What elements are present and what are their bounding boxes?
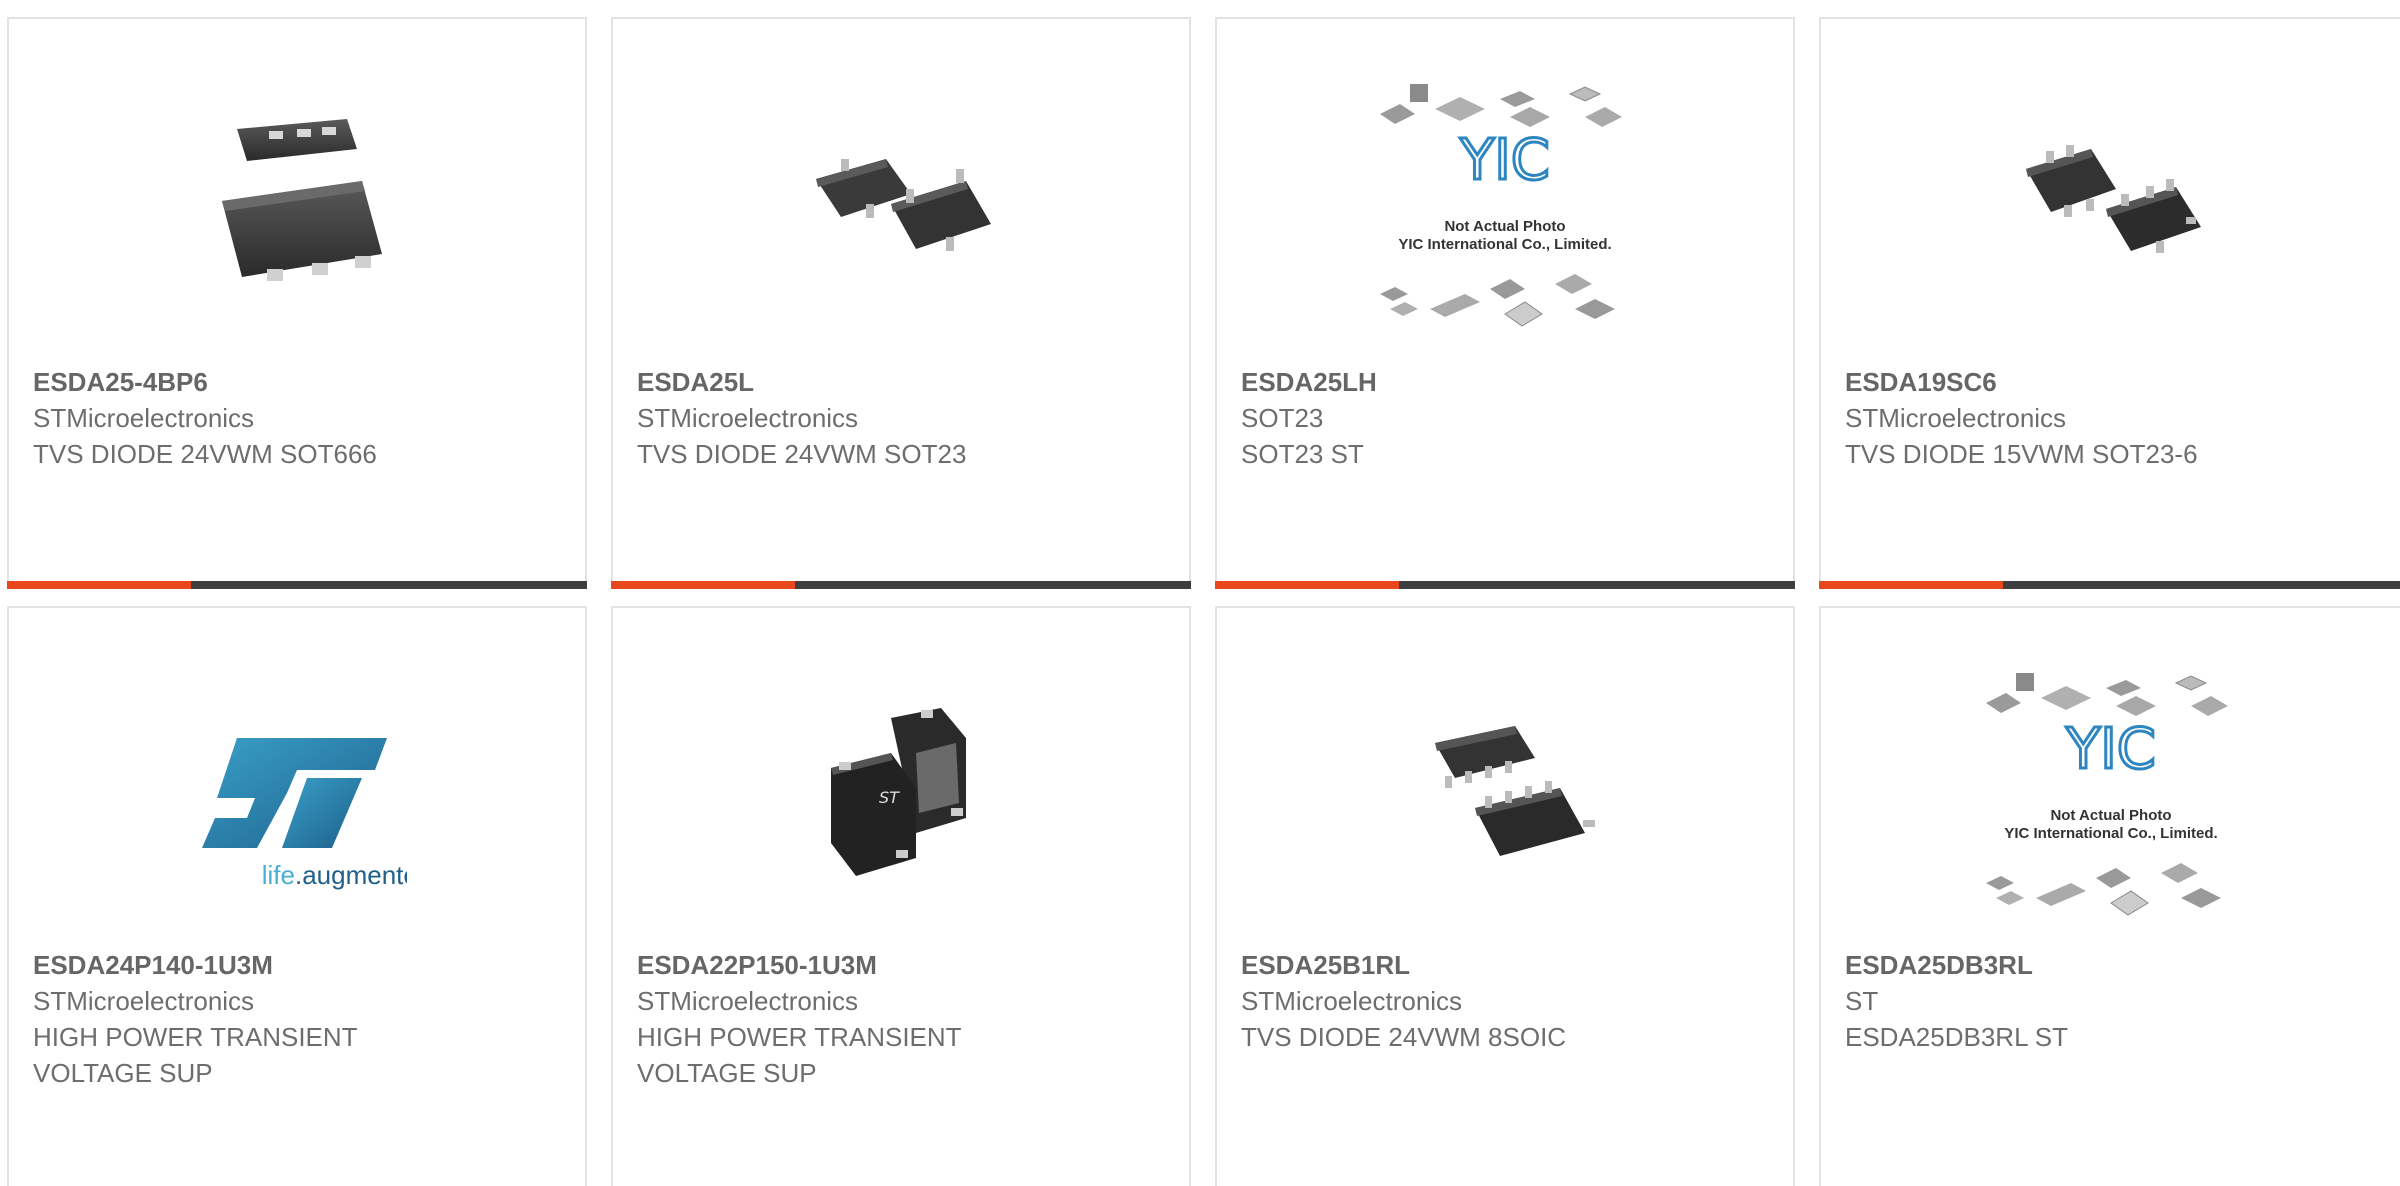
sot23-package-icon	[761, 79, 1041, 339]
not-actual-photo-placeholder: YIC Not Actual Photo YIC International C…	[1360, 69, 1650, 339]
part-number[interactable]: ESDA25LH	[1241, 364, 1773, 400]
manufacturer: SOT23	[1241, 403, 1324, 433]
product-card[interactable]: life .augmented ESDA24P140-1U3M STMicroe…	[7, 606, 587, 1186]
part-number[interactable]: ESDA25DB3RL	[1845, 947, 2399, 983]
product-card[interactable]: ESDA25-4BP6 STMicroelectronics TVS DIODE…	[7, 17, 587, 589]
description-continued: VOLTAGE SUP	[33, 1058, 213, 1088]
description: TVS DIODE 24VWM 8SOIC	[1241, 1022, 1567, 1052]
description: TVS DIODE 15VWM SOT23-6	[1845, 439, 2198, 469]
description: HIGH POWER TRANSIENT	[33, 1022, 358, 1052]
product-card[interactable]: ESDA25L STMicroelectronics TVS DIODE 24V…	[611, 17, 1191, 589]
part-number[interactable]: ESDA25B1RL	[1241, 947, 1773, 983]
part-number[interactable]: ESDA25-4BP6	[33, 364, 565, 400]
svg-text:ST: ST	[879, 788, 900, 807]
part-number[interactable]: ESDA25L	[637, 364, 1169, 400]
product-grid: ESDA25-4BP6 STMicroelectronics TVS DIODE…	[0, 0, 2400, 1186]
not-actual-photo-placeholder: YIC Not Actual Photo YIC International C…	[1966, 658, 2256, 928]
sot666-package-icon	[157, 79, 437, 339]
placeholder-company: YIC International Co., Limited.	[1398, 236, 1611, 253]
product-card[interactable]: ESDA19SC6 STMicroelectronics TVS DIODE 1…	[1819, 17, 2400, 589]
manufacturer: STMicroelectronics	[33, 403, 255, 433]
card-footer-accent	[1819, 581, 2003, 589]
placeholder-note: Not Actual Photo	[1444, 218, 1565, 235]
card-footer-bar	[7, 581, 587, 589]
description: ESDA25DB3RL ST	[1845, 1022, 2069, 1052]
manufacturer: STMicroelectronics	[637, 403, 859, 433]
qfn-package-icon: ST	[761, 668, 1041, 928]
manufacturer: STMicroelectronics	[33, 986, 255, 1016]
description: TVS DIODE 24VWM SOT23	[637, 439, 967, 469]
part-number[interactable]: ESDA22P150-1U3M	[637, 947, 1169, 983]
card-footer-accent	[1215, 581, 1399, 589]
st-tagline-augmented: .augmented	[295, 860, 407, 890]
card-footer-bar	[1215, 581, 1795, 589]
st-tagline-life: life	[262, 860, 295, 890]
manufacturer: ST	[1845, 986, 1879, 1016]
manufacturer: STMicroelectronics	[1241, 986, 1463, 1016]
part-number[interactable]: ESDA24P140-1U3M	[33, 947, 565, 983]
description: HIGH POWER TRANSIENT	[637, 1022, 962, 1052]
description-continued: VOLTAGE SUP	[637, 1058, 817, 1088]
description: SOT23 ST	[1241, 439, 1364, 469]
product-card[interactable]: YIC Not Actual Photo YIC International C…	[1215, 17, 1795, 589]
yic-logo: YIC	[2065, 717, 2156, 782]
product-card[interactable]: ESDA25B1RL STMicroelectronics TVS DIODE …	[1215, 606, 1795, 1186]
sot23-6-package-icon	[1971, 79, 2251, 339]
placeholder-company: YIC International Co., Limited.	[2004, 825, 2217, 842]
card-footer-bar	[1819, 581, 2400, 589]
st-logo: life .augmented	[157, 668, 437, 928]
soic8-package-icon	[1365, 668, 1645, 928]
placeholder-note: Not Actual Photo	[2050, 807, 2171, 824]
yic-logo: YIC	[1459, 128, 1550, 193]
manufacturer: STMicroelectronics	[637, 986, 859, 1016]
description: TVS DIODE 24VWM SOT666	[33, 439, 377, 469]
card-footer-bar	[611, 581, 1191, 589]
card-footer-accent	[7, 581, 191, 589]
product-card[interactable]: ST ESDA22P150-1U3M STMicroelectronics HI…	[611, 606, 1191, 1186]
product-card[interactable]: YIC Not Actual Photo YIC International C…	[1819, 606, 2400, 1186]
part-number[interactable]: ESDA19SC6	[1845, 364, 2399, 400]
manufacturer: STMicroelectronics	[1845, 403, 2067, 433]
card-footer-accent	[611, 581, 795, 589]
